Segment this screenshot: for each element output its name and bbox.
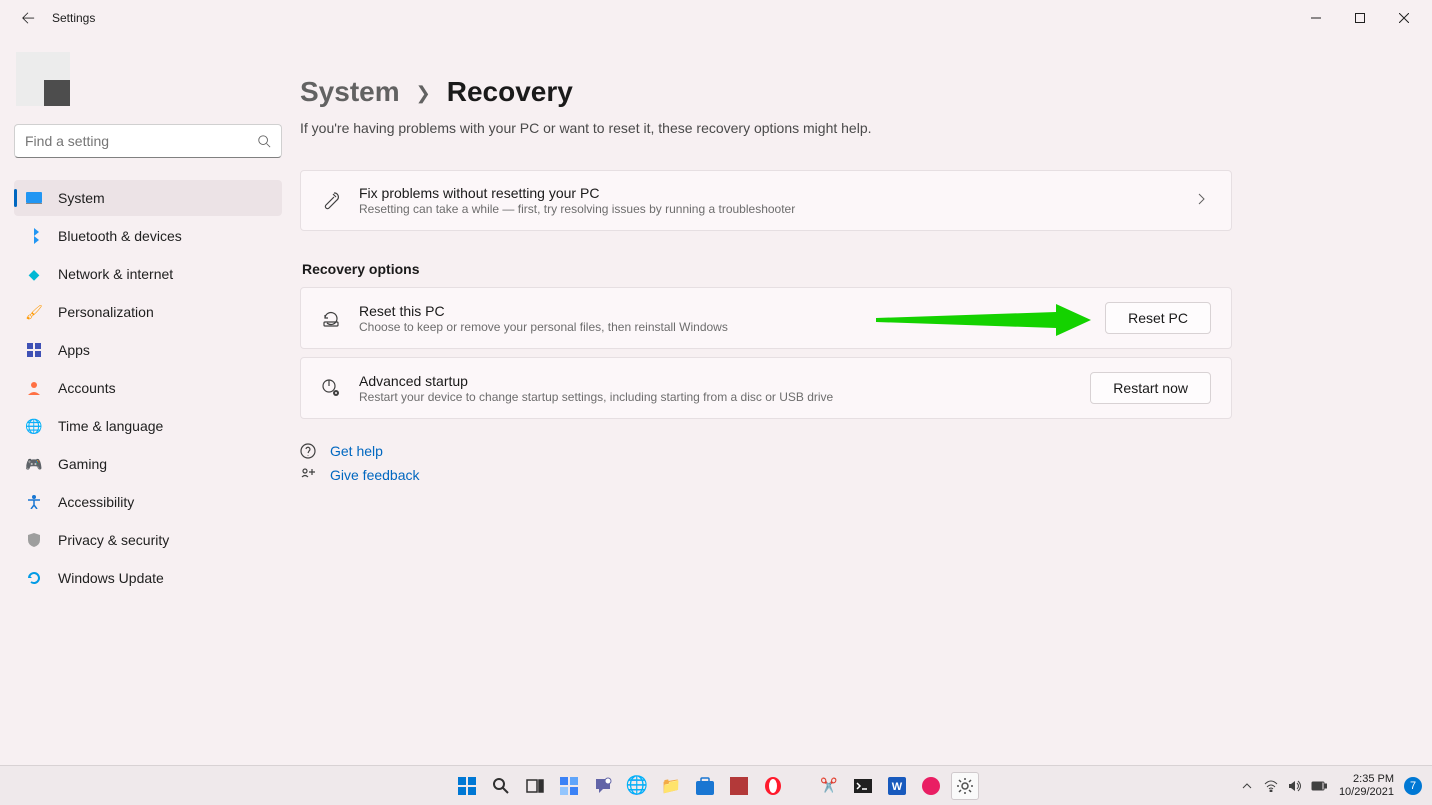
person-icon	[26, 380, 42, 396]
globe-icon: 🌐	[26, 418, 42, 434]
opera-icon[interactable]	[759, 772, 787, 800]
feedback-icon	[300, 467, 316, 483]
close-button[interactable]	[1382, 3, 1426, 33]
nav-update[interactable]: Windows Update	[14, 560, 282, 596]
nav-label: Privacy & security	[58, 532, 169, 548]
nav-apps[interactable]: Apps	[14, 332, 282, 368]
apps-icon	[26, 342, 42, 358]
user-profile[interactable]	[16, 52, 70, 106]
reset-pc-button[interactable]: Reset PC	[1105, 302, 1211, 334]
nav-label: Gaming	[58, 456, 107, 472]
widgets-button[interactable]	[555, 772, 583, 800]
nav-label: Accessibility	[58, 494, 134, 510]
nav-label: Accounts	[58, 380, 116, 396]
troubleshoot-card[interactable]: Fix problems without resetting your PC R…	[300, 170, 1232, 231]
display-icon	[26, 190, 42, 206]
explorer-icon[interactable]: 📁	[657, 772, 685, 800]
nav-accessibility[interactable]: Accessibility	[14, 484, 282, 520]
nav-system[interactable]: System	[14, 180, 282, 216]
card-subtitle: Restart your device to change startup se…	[359, 390, 1072, 404]
card-title: Fix problems without resetting your PC	[359, 185, 1179, 201]
get-help-link[interactable]: Get help	[330, 443, 383, 459]
search-box[interactable]	[14, 124, 282, 158]
edge-icon[interactable]: 🌐	[623, 772, 651, 800]
reset-pc-card: Reset this PC Choose to keep or remove y…	[300, 287, 1232, 349]
nav-list: System Bluetooth & devices ◆ Network & i…	[14, 180, 282, 596]
nav-personalization[interactable]: 🖌 Personalization	[14, 294, 282, 330]
wifi-icon: ◆	[26, 266, 42, 282]
date-text: 10/29/2021	[1339, 786, 1394, 799]
breadcrumb-parent[interactable]: System	[300, 76, 400, 108]
wrench-icon	[321, 191, 341, 211]
chevron-right-icon: ❯	[416, 83, 431, 104]
search-button[interactable]	[487, 772, 515, 800]
restart-now-button[interactable]: Restart now	[1090, 372, 1211, 404]
tray-overflow-icon[interactable]	[1239, 778, 1255, 794]
bluetooth-icon	[26, 228, 42, 244]
sidebar: System Bluetooth & devices ◆ Network & i…	[0, 36, 300, 765]
nav-time[interactable]: 🌐 Time & language	[14, 408, 282, 444]
notification-badge[interactable]: 7	[1404, 777, 1422, 795]
gamepad-icon: 🎮	[26, 456, 42, 472]
help-icon	[300, 443, 316, 459]
time-text: 2:35 PM	[1339, 773, 1394, 786]
word-icon[interactable]: W	[883, 772, 911, 800]
breadcrumb: System ❯ Recovery	[300, 76, 1232, 108]
clock[interactable]: 2:35 PM 10/29/2021	[1339, 773, 1394, 799]
svg-text:W: W	[892, 781, 903, 793]
nav-label: Time & language	[58, 418, 163, 434]
nav-label: System	[58, 190, 105, 206]
card-subtitle: Resetting can take a while — first, try …	[359, 202, 1179, 216]
nav-accounts[interactable]: Accounts	[14, 370, 282, 406]
minimize-button[interactable]	[1294, 3, 1338, 33]
page-description: If you're having problems with your PC o…	[300, 120, 1232, 136]
system-tray[interactable]	[1239, 778, 1327, 794]
update-icon	[26, 570, 42, 586]
breadcrumb-current: Recovery	[447, 76, 573, 108]
snip-icon[interactable]: ✂️	[815, 772, 843, 800]
advanced-startup-card: Advanced startup Restart your device to …	[300, 357, 1232, 419]
nav-gaming[interactable]: 🎮 Gaming	[14, 446, 282, 482]
app-title: Settings	[52, 11, 95, 25]
task-view-button[interactable]	[521, 772, 549, 800]
give-feedback-link[interactable]: Give feedback	[330, 467, 420, 483]
volume-tray-icon[interactable]	[1287, 778, 1303, 794]
card-subtitle: Choose to keep or remove your personal f…	[359, 320, 1087, 334]
nav-label: Windows Update	[58, 570, 164, 586]
titlebar: Settings	[0, 0, 1432, 36]
app-icon[interactable]	[725, 772, 753, 800]
terminal-icon[interactable]	[849, 772, 877, 800]
shield-icon	[26, 532, 42, 548]
taskbar: 🌐 📁 ✂️ W 2:35 PM 10/29/2021	[0, 765, 1432, 805]
chevron-right-icon	[1197, 192, 1211, 210]
nav-network[interactable]: ◆ Network & internet	[14, 256, 282, 292]
nav-privacy[interactable]: Privacy & security	[14, 522, 282, 558]
section-title: Recovery options	[302, 261, 1232, 277]
wifi-tray-icon[interactable]	[1263, 778, 1279, 794]
nav-label: Personalization	[58, 304, 154, 320]
battery-tray-icon[interactable]	[1311, 778, 1327, 794]
brush-icon: 🖌	[26, 304, 42, 320]
reset-icon	[321, 308, 341, 328]
store-icon[interactable]	[691, 772, 719, 800]
maximize-button[interactable]	[1338, 3, 1382, 33]
help-links: Get help Give feedback	[300, 443, 1232, 483]
back-button[interactable]	[18, 8, 38, 28]
nav-bluetooth[interactable]: Bluetooth & devices	[14, 218, 282, 254]
nav-label: Bluetooth & devices	[58, 228, 182, 244]
app-pink-icon[interactable]	[917, 772, 945, 800]
card-title: Advanced startup	[359, 373, 1072, 389]
power-gear-icon	[321, 378, 341, 398]
accessibility-icon	[26, 494, 42, 510]
chat-button[interactable]	[589, 772, 617, 800]
settings-taskbar-icon[interactable]	[951, 772, 979, 800]
search-input[interactable]	[25, 133, 257, 149]
nav-label: Network & internet	[58, 266, 173, 282]
card-title: Reset this PC	[359, 303, 1087, 319]
search-icon	[257, 134, 271, 148]
start-button[interactable]	[453, 772, 481, 800]
nav-label: Apps	[58, 342, 90, 358]
content-area: System ❯ Recovery If you're having probl…	[300, 36, 1432, 765]
